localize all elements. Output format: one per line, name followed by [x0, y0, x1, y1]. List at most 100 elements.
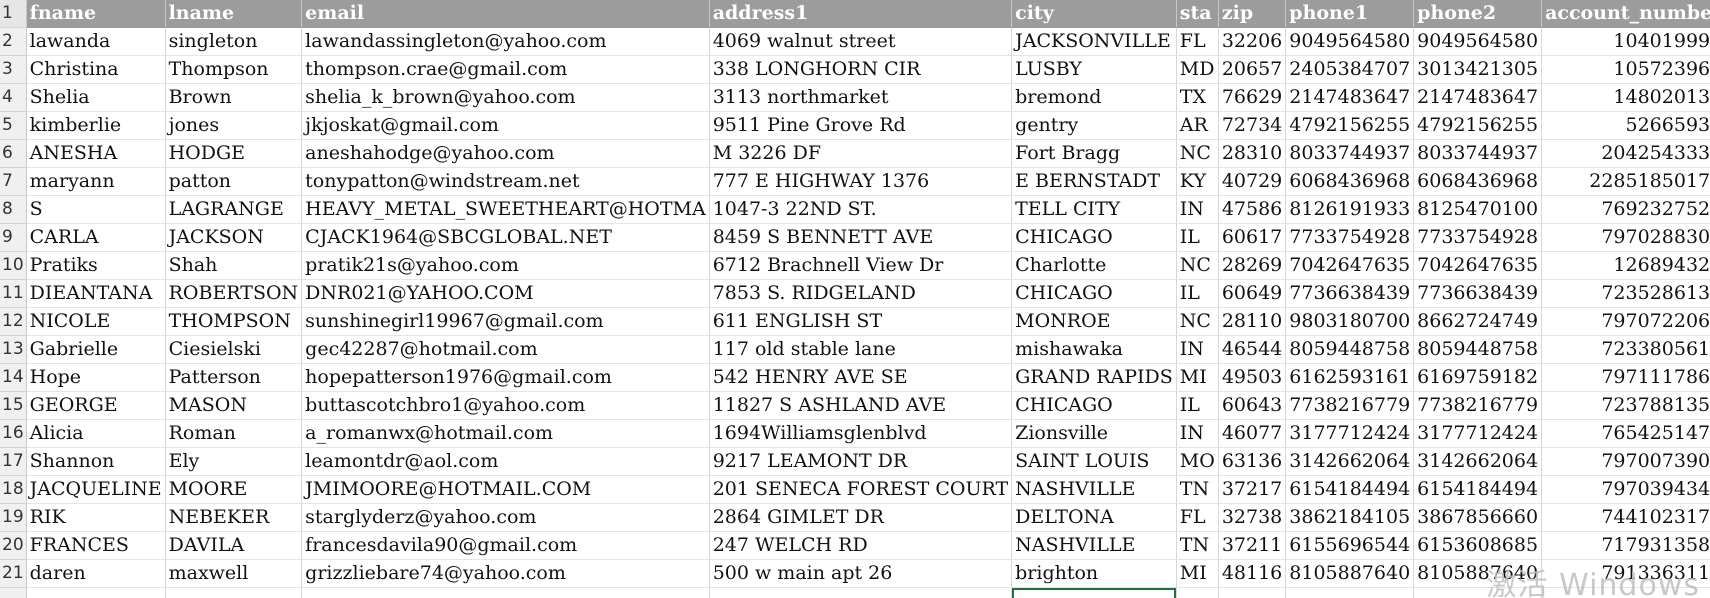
column-header-account-number[interactable]: account_number: [1541, 0, 1710, 28]
row-number[interactable]: 21: [0, 559, 27, 588]
cell-state[interactable]: IL: [1176, 223, 1219, 252]
column-header-phone2[interactable]: phone2: [1413, 0, 1543, 28]
cell-address1[interactable]: 3113 northmarket: [709, 83, 1013, 112]
cell-address1[interactable]: 9511 Pine Grove Rd: [709, 111, 1013, 140]
grid-cell[interactable]: [165, 587, 303, 598]
cell-fname[interactable]: Hope: [26, 363, 166, 392]
cell-address1[interactable]: 542 HENRY AVE SE: [709, 363, 1013, 392]
cell-city[interactable]: NASHVILLE: [1011, 531, 1177, 560]
cell-email[interactable]: aneshahodge@yahoo.com: [301, 139, 710, 168]
cell-state[interactable]: FL: [1176, 27, 1219, 56]
cell-phone2[interactable]: 7738216779: [1413, 391, 1543, 420]
row-number[interactable]: 11: [0, 279, 27, 308]
cell-phone2[interactable]: 9049564580: [1413, 27, 1543, 56]
cell-phone2[interactable]: 6153608685: [1413, 531, 1543, 560]
cell-zip[interactable]: 46544: [1218, 335, 1287, 364]
cell-lname[interactable]: HODGE: [165, 139, 303, 168]
cell-address1[interactable]: 1047-3 22ND ST.: [709, 195, 1013, 224]
cell-state[interactable]: NC: [1176, 251, 1219, 280]
cell-phone2[interactable]: 2147483647: [1413, 83, 1543, 112]
cell-state[interactable]: FL: [1176, 503, 1219, 532]
cell-city[interactable]: mishawaka: [1011, 335, 1177, 364]
cell-city[interactable]: Fort Bragg: [1011, 139, 1177, 168]
cell-address1[interactable]: 6712 Brachnell View Dr: [709, 251, 1013, 280]
cell-zip[interactable]: 47586: [1218, 195, 1287, 224]
row-number[interactable]: 1: [0, 0, 27, 28]
cell-email[interactable]: shelia_k_brown@yahoo.com: [301, 83, 710, 112]
cell-city[interactable]: JACKSONVILLE: [1011, 27, 1177, 56]
column-header-state[interactable]: sta: [1176, 0, 1219, 28]
row-number[interactable]: 16: [0, 419, 27, 448]
cell-email[interactable]: starglyderz@yahoo.com: [301, 503, 710, 532]
cell-account-number[interactable]: 7233805618: [1541, 335, 1710, 364]
cell-fname[interactable]: Christina: [26, 55, 166, 84]
cell-email[interactable]: jkjoskat@gmail.com: [301, 111, 710, 140]
cell-address1[interactable]: 11827 S ASHLAND AVE: [709, 391, 1013, 420]
row-number[interactable]: 20: [0, 531, 27, 560]
column-header-city[interactable]: city: [1011, 0, 1177, 28]
row-number[interactable]: 6: [0, 139, 27, 168]
cell-phone2[interactable]: 6154184494: [1413, 475, 1543, 504]
cell-lname[interactable]: MOORE: [165, 475, 303, 504]
cell-zip[interactable]: 60617: [1218, 223, 1287, 252]
cell-zip[interactable]: 46077: [1218, 419, 1287, 448]
cell-account-number[interactable]: 7692327526: [1541, 195, 1710, 224]
grid-cell[interactable]: [26, 587, 166, 598]
cell-account-number[interactable]: 104019999: [1541, 27, 1710, 56]
cell-email[interactable]: pratik21s@yahoo.com: [301, 251, 710, 280]
cell-phone1[interactable]: 7736638439: [1285, 279, 1415, 308]
cell-lname[interactable]: jones: [165, 111, 303, 140]
cell-email[interactable]: lawandassingleton@yahoo.com: [301, 27, 710, 56]
cell-lname[interactable]: Roman: [165, 419, 303, 448]
cell-address1[interactable]: 8459 S BENNETT AVE: [709, 223, 1013, 252]
cell-phone2[interactable]: 4792156255: [1413, 111, 1543, 140]
cell-email[interactable]: DNR021@YAHOO.COM: [301, 279, 710, 308]
cell-zip[interactable]: 28110: [1218, 307, 1287, 336]
cell-email[interactable]: thompson.crae@gmail.com: [301, 55, 710, 84]
column-header-address1[interactable]: address1: [709, 0, 1013, 28]
cell-address1[interactable]: 9217 LEAMONT DR: [709, 447, 1013, 476]
cell-zip[interactable]: 32206: [1218, 27, 1287, 56]
grid-cell[interactable]: [1413, 587, 1543, 598]
cell-phone1[interactable]: 6068436968: [1285, 167, 1415, 196]
cell-city[interactable]: NASHVILLE: [1011, 475, 1177, 504]
cell-lname[interactable]: MASON: [165, 391, 303, 420]
cell-state[interactable]: MO: [1176, 447, 1219, 476]
cell-phone1[interactable]: 3177712424: [1285, 419, 1415, 448]
row-number[interactable]: 3: [0, 55, 27, 84]
column-header-zip[interactable]: zip: [1218, 0, 1287, 28]
row-number[interactable]: 8: [0, 195, 27, 224]
grid-cell[interactable]: [1011, 587, 1177, 598]
cell-address1[interactable]: M 3226 DF: [709, 139, 1013, 168]
cell-city[interactable]: E BERNSTADT: [1011, 167, 1177, 196]
cell-phone1[interactable]: 2147483647: [1285, 83, 1415, 112]
cell-phone1[interactable]: 4792156255: [1285, 111, 1415, 140]
cell-zip[interactable]: 40729: [1218, 167, 1287, 196]
cell-zip[interactable]: 32738: [1218, 503, 1287, 532]
cell-address1[interactable]: 117 old stable lane: [709, 335, 1013, 364]
cell-lname[interactable]: Ciesielski: [165, 335, 303, 364]
cell-account-number[interactable]: 22851850177: [1541, 167, 1710, 196]
cell-fname[interactable]: NICOLE: [26, 307, 166, 336]
row-number[interactable]: 13: [0, 335, 27, 364]
cell-lname[interactable]: Patterson: [165, 363, 303, 392]
cell-phone1[interactable]: 8033744937: [1285, 139, 1415, 168]
cell-email[interactable]: gec42287@hotmail.com: [301, 335, 710, 364]
cell-city[interactable]: CHICAGO: [1011, 223, 1177, 252]
row-number[interactable]: 4: [0, 83, 27, 112]
cell-zip[interactable]: 28269: [1218, 251, 1287, 280]
cell-city[interactable]: gentry: [1011, 111, 1177, 140]
cell-city[interactable]: bremond: [1011, 83, 1177, 112]
cell-fname[interactable]: Shelia: [26, 83, 166, 112]
cell-phone2[interactable]: 3142662064: [1413, 447, 1543, 476]
cell-lname[interactable]: maxwell: [165, 559, 303, 588]
cell-fname[interactable]: daren: [26, 559, 166, 588]
cell-city[interactable]: GRAND RAPIDS: [1011, 363, 1177, 392]
cell-zip[interactable]: 48116: [1218, 559, 1287, 588]
grid-cell[interactable]: [1218, 587, 1287, 598]
cell-email[interactable]: a_romanwx@hotmail.com: [301, 419, 710, 448]
grid-cell[interactable]: [709, 587, 1013, 598]
cell-phone2[interactable]: 8662724749: [1413, 307, 1543, 336]
cell-lname[interactable]: DAVILA: [165, 531, 303, 560]
cell-fname[interactable]: ANESHA: [26, 139, 166, 168]
